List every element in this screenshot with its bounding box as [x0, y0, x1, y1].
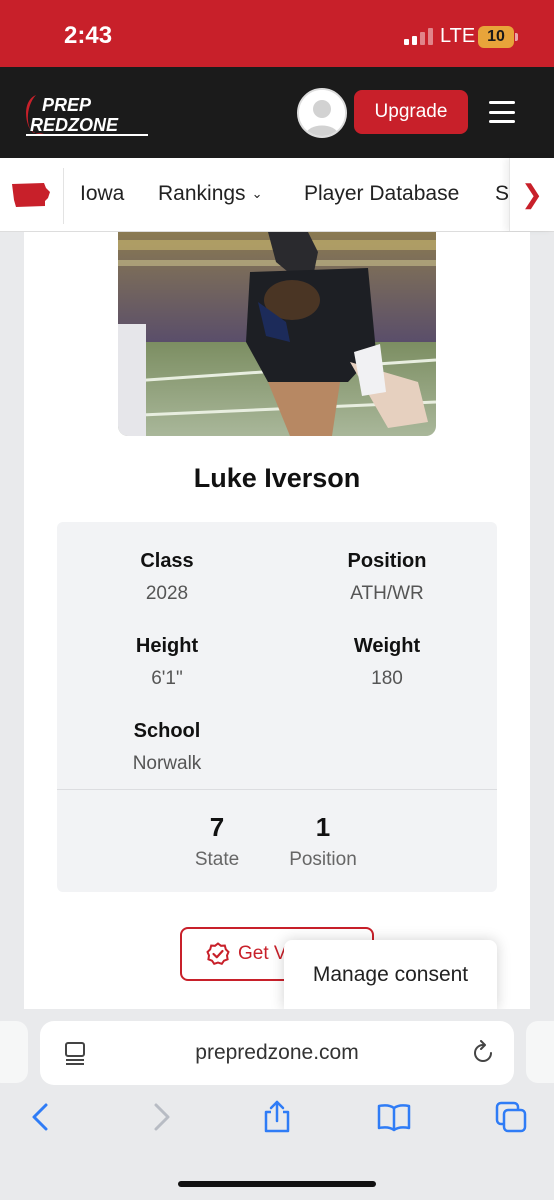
logo-text-top: PREP: [42, 95, 92, 115]
info-label: Class: [140, 550, 194, 572]
nav-item-iowa[interactable]: Iowa: [80, 182, 124, 206]
status-bar: 2:43 LTE 10: [0, 0, 554, 67]
verified-badge-icon: [206, 942, 230, 965]
state-rank: 7 State: [167, 812, 267, 871]
iowa-state-icon[interactable]: [10, 180, 52, 210]
nav-item-player-database[interactable]: Player Database: [304, 182, 459, 206]
logo-text-bottom: REDZONE: [30, 115, 119, 135]
section-nav: Iowa Rankings ⌄ Player Database S ❯: [0, 158, 554, 232]
status-time: 2:43: [64, 22, 113, 49]
forward-icon[interactable]: [144, 1100, 178, 1134]
user-avatar[interactable]: [297, 88, 347, 138]
player-card: Luke Iverson Class 2028 Position ATH/WR …: [24, 232, 530, 1009]
info-label: School: [133, 720, 201, 742]
info-school: School Norwalk: [57, 720, 277, 775]
browser-toolbar: prepredzone.com: [0, 1009, 554, 1200]
info-value: 2028: [145, 583, 189, 604]
share-icon[interactable]: [260, 1100, 294, 1134]
nav-scroll-right-button[interactable]: ❯: [509, 158, 554, 231]
info-position: Position ATH/WR: [277, 550, 497, 605]
url-text: prepredzone.com: [195, 1041, 359, 1064]
network-type: LTE: [440, 25, 476, 47]
get-verified-label: Get V: [238, 943, 287, 965]
chevron-down-icon: ⌄: [251, 186, 263, 201]
nav-item-truncated[interactable]: S: [495, 182, 509, 206]
battery-icon: 10: [478, 26, 518, 48]
site-header: PREP REDZONE: [0, 67, 554, 158]
next-tab-preview[interactable]: [526, 1021, 554, 1083]
chevron-right-icon: ❯: [521, 179, 543, 209]
state-rank-label: State: [194, 849, 240, 870]
position-rank-value: 1: [315, 812, 331, 842]
info-class: Class 2028: [57, 550, 277, 605]
back-icon[interactable]: [24, 1100, 58, 1134]
prep-redzone-logo[interactable]: PREP REDZONE: [22, 91, 150, 137]
info-value: ATH/WR: [350, 583, 424, 604]
position-rank: 1 Position: [273, 812, 373, 871]
nav-item-rankings-label: Rankings: [158, 182, 246, 205]
player-info-panel: Class 2028 Position ATH/WR Height 6'1" W…: [57, 522, 497, 892]
info-label: Height: [135, 635, 199, 657]
cellular-signal-icon: [404, 28, 433, 45]
previous-tab-preview[interactable]: [0, 1021, 28, 1083]
info-value: 180: [371, 668, 403, 689]
tabs-icon[interactable]: [494, 1100, 528, 1134]
info-label: Weight: [353, 635, 421, 657]
nav-item-rankings[interactable]: Rankings ⌄: [158, 182, 262, 206]
info-divider: [57, 789, 497, 790]
upgrade-button[interactable]: Upgrade: [354, 90, 468, 134]
player-photo: [118, 232, 436, 436]
info-height: Height 6'1": [57, 635, 277, 690]
reload-icon[interactable]: [470, 1040, 496, 1066]
nav-divider: [63, 168, 64, 224]
bookmarks-icon[interactable]: [377, 1100, 411, 1134]
position-rank-label: Position: [289, 849, 357, 870]
state-rank-value: 7: [209, 812, 225, 842]
manage-consent-button[interactable]: Manage consent: [284, 940, 497, 1009]
menu-icon[interactable]: [489, 101, 515, 123]
info-value: Norwalk: [132, 753, 202, 774]
info-value: 6'1": [151, 668, 183, 689]
info-label: Position: [347, 550, 427, 572]
player-name: Luke Iverson: [193, 463, 361, 493]
address-bar[interactable]: prepredzone.com: [40, 1021, 514, 1085]
info-weight: Weight 180: [277, 635, 497, 690]
home-indicator: [178, 1181, 376, 1187]
